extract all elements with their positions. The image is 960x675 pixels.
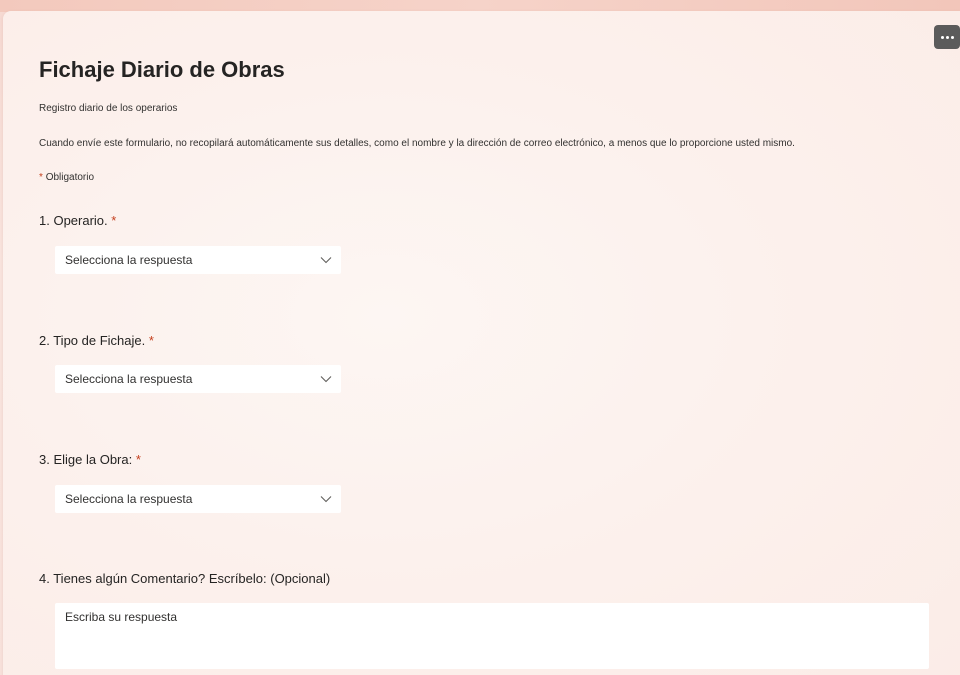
chevron-down-icon [311,495,341,503]
question-3-label: 3. Elige la Obra: * [39,451,141,469]
question-2-text: 2. Tipo de Fichaje. [39,333,146,348]
chevron-down-icon [311,256,341,264]
operario-select[interactable]: Selecciona la respuesta [55,246,341,274]
comment-textarea[interactable]: Escriba su respuesta [55,603,929,669]
select-placeholder: Selecciona la respuesta [65,372,193,386]
more-options-button[interactable] [934,25,960,49]
question-1-text: 1. Operario. [39,213,108,228]
required-star: * [111,213,117,228]
privacy-notice: Cuando envíe este formulario, no recopil… [39,138,795,149]
question-1-label: 1. Operario. * [39,212,116,230]
select-placeholder: Selecciona la respuesta [65,492,193,506]
select-placeholder: Selecciona la respuesta [65,253,193,267]
question-2-label: 2. Tipo de Fichaje. * [39,332,154,350]
required-label: Obligatorio [45,172,95,183]
required-legend: * Obligatorio [39,171,94,185]
question-4-text: 4. Tienes algún Comentario? Escríbelo: (… [39,571,331,586]
form-subtitle: Registro diario de los operarios [39,103,178,114]
required-star: * [148,333,154,348]
tipo-fichaje-select[interactable]: Selecciona la respuesta [55,365,341,393]
required-star: * [39,172,43,183]
more-horizontal-icon [940,35,954,39]
required-star: * [135,452,141,467]
question-3-text: 3. Elige la Obra: [39,452,133,467]
form-title: Fichaje Diario de Obras [39,57,285,82]
chevron-down-icon [311,375,341,383]
textarea-placeholder: Escriba su respuesta [65,610,178,624]
obra-select[interactable]: Selecciona la respuesta [55,485,341,513]
question-4-label: 4. Tienes algún Comentario? Escríbelo: (… [39,570,330,588]
